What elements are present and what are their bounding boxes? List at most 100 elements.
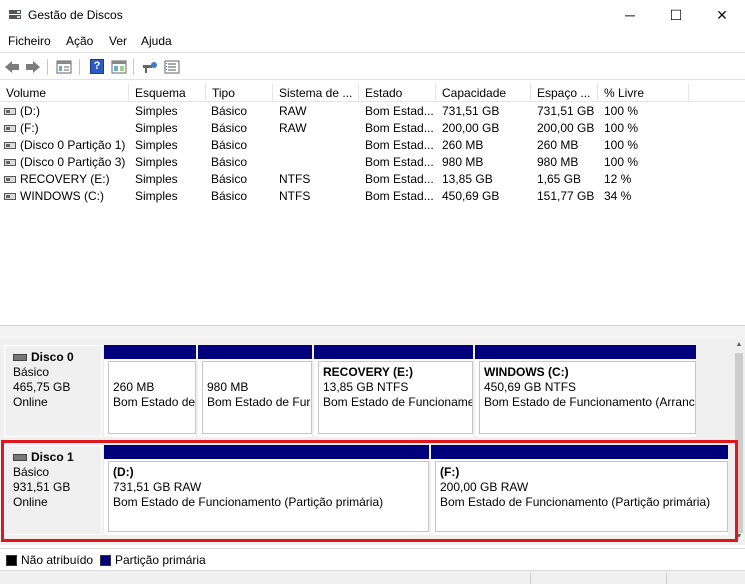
cell-estado: Bom Estad...: [365, 189, 434, 203]
volume-row[interactable]: RECOVERY (E:) Simples Básico NTFS Bom Estad.…: [0, 171, 745, 188]
console-button[interactable]: [110, 58, 128, 75]
disk-0-size: 465,75 GB: [13, 380, 71, 394]
cell-sistema: RAW: [279, 104, 307, 118]
column-livre[interactable]: % Livre: [598, 84, 689, 102]
cell-sistema: RAW: [279, 121, 307, 135]
forward-arrow-icon: [26, 60, 40, 73]
disk-management-app-icon: [9, 10, 21, 19]
connect-button[interactable]: [141, 58, 159, 75]
cell-esquema: Simples: [135, 172, 178, 186]
properties-icon: [56, 60, 72, 73]
partition-disk0-1[interactable]: 260 MB Bom Estado de: [104, 345, 198, 437]
scroll-down-icon[interactable]: ▼: [733, 533, 745, 543]
forward-button[interactable]: [24, 58, 42, 75]
legend-unallocated-label: Não atribuído: [21, 553, 94, 567]
drive-icon: [4, 125, 16, 132]
menu-ficheiro[interactable]: Ficheiro: [8, 34, 51, 48]
cell-esquema: Simples: [135, 104, 178, 118]
disk-1-status: Online: [13, 495, 48, 509]
disk-0-partitions: 260 MB Bom Estado de 980 MB Bom Estado d…: [104, 345, 696, 437]
disk-graphical-pane: Disco 0 Básico 465,75 GB Online 260 MB B…: [0, 339, 745, 545]
cell-capacidade: 450,69 GB: [442, 189, 500, 203]
settings-list-button[interactable]: [163, 58, 181, 75]
cell-volume: (D:): [20, 104, 40, 118]
partition-windows[interactable]: WINDOWS (C:) 450,69 GB NTFS Bom Estado d…: [475, 345, 696, 437]
volume-row[interactable]: (F:) Simples Básico RAW Bom Estad... 200,00 G…: [0, 120, 745, 137]
maximize-icon: ☐: [669, 6, 683, 23]
cell-livre: 100 %: [604, 121, 639, 135]
menu-acao[interactable]: Ação: [66, 34, 93, 48]
partition-recovery[interactable]: RECOVERY (E:) 13,85 GB NTFS Bom Estado d…: [314, 345, 475, 437]
volume-row[interactable]: (Disco 0 Partição 1) Simples Básico Bom Est…: [0, 137, 745, 154]
console-icon: [111, 60, 127, 73]
disk-1-partitions: (D:) 731,51 GB RAW Bom Estado de Funcion…: [104, 445, 728, 535]
cell-estado: Bom Estad...: [365, 104, 434, 118]
help-button[interactable]: ?: [88, 58, 106, 75]
volume-list-header: Volume Esquema Tipo Sistema de ... Estad…: [0, 84, 745, 102]
cell-espaco: 260 MB: [537, 138, 579, 152]
minimize-button[interactable]: ─: [607, 0, 653, 30]
back-button[interactable]: [3, 58, 21, 75]
pane-splitter[interactable]: [0, 325, 745, 339]
title-bar: Gestão de Discos ─ ☐ ✕: [0, 0, 745, 30]
back-arrow-icon: [5, 60, 19, 73]
legend: Não atribuído Partição primária: [0, 548, 745, 570]
cell-sistema: NTFS: [279, 189, 311, 203]
cell-esquema: Simples: [135, 155, 178, 169]
drive-icon: [4, 176, 16, 183]
legend-primary-label: Partição primária: [115, 553, 206, 567]
partition-d[interactable]: (D:) 731,51 GB RAW Bom Estado de Funcion…: [104, 445, 431, 535]
volume-row[interactable]: (Disco 0 Partição 3) Simples Básico Bom Est…: [0, 154, 745, 171]
column-estado[interactable]: Estado: [359, 84, 436, 102]
settings-list-icon: [164, 60, 180, 73]
column-sistema[interactable]: Sistema de ...: [273, 84, 359, 102]
cell-capacidade: 731,51 GB: [442, 104, 500, 118]
connect-icon: [143, 61, 157, 73]
close-icon: ✕: [716, 6, 728, 23]
cell-capacidade: 980 MB: [442, 155, 484, 169]
cell-estado: Bom Estad...: [365, 121, 434, 135]
disk-1-label[interactable]: Disco 1 Básico 931,51 GB Online: [4, 445, 102, 535]
cell-capacidade: 200,00 GB: [442, 121, 500, 135]
cell-volume: RECOVERY (E:): [20, 172, 110, 186]
disk-0-label[interactable]: Disco 0 Básico 465,75 GB Online: [4, 345, 102, 437]
cell-sistema: [279, 154, 357, 171]
drive-icon: [4, 193, 16, 200]
menu-ajuda[interactable]: Ajuda: [141, 34, 172, 48]
toolbar: ?: [0, 52, 745, 80]
cell-tipo: Básico: [211, 138, 248, 152]
minimize-icon: ─: [625, 7, 635, 23]
volume-row[interactable]: WINDOWS (C:) Simples Básico NTFS Bom Estad..…: [0, 188, 745, 205]
disk-pane-scrollbar[interactable]: ▲ ▼: [733, 339, 745, 545]
column-tipo[interactable]: Tipo: [206, 84, 273, 102]
disk-0-status: Online: [13, 395, 48, 409]
scroll-thumb[interactable]: [735, 353, 743, 533]
close-button[interactable]: ✕: [699, 0, 745, 30]
cell-volume: (Disco 0 Partição 3): [20, 155, 126, 169]
column-esquema[interactable]: Esquema: [129, 84, 206, 102]
status-bar: [0, 570, 745, 584]
cell-sistema: NTFS: [279, 172, 311, 186]
column-volume[interactable]: Volume: [0, 84, 129, 102]
volume-row[interactable]: (D:) Simples Básico RAW Bom Estad... 731,51 G…: [0, 103, 745, 120]
column-capacidade[interactable]: Capacidade: [436, 84, 531, 102]
partition-f[interactable]: (F:) 200,00 GB RAW Bom Estado de Funcion…: [431, 445, 728, 535]
properties-button[interactable]: [55, 58, 73, 75]
disk-0-type: Básico: [13, 365, 50, 379]
cell-tipo: Básico: [211, 104, 248, 118]
cell-volume: (Disco 0 Partição 1): [20, 138, 126, 152]
menu-ver[interactable]: Ver: [109, 34, 127, 48]
help-icon: ?: [90, 59, 104, 74]
disk-icon: [13, 354, 27, 361]
legend-unallocated-swatch: [6, 555, 17, 566]
cell-livre: 100 %: [604, 155, 639, 169]
cell-tipo: Básico: [211, 189, 248, 203]
scroll-up-icon[interactable]: ▲: [733, 341, 745, 351]
disk-1-name: Disco 1: [31, 450, 74, 464]
maximize-button[interactable]: ☐: [653, 0, 699, 30]
partition-disk0-3[interactable]: 980 MB Bom Estado de Fur: [198, 345, 314, 437]
cell-esquema: Simples: [135, 189, 178, 203]
column-espaco[interactable]: Espaço ...: [531, 84, 598, 102]
cell-estado: Bom Estad...: [365, 172, 434, 186]
disk-1-type: Básico: [13, 465, 50, 479]
